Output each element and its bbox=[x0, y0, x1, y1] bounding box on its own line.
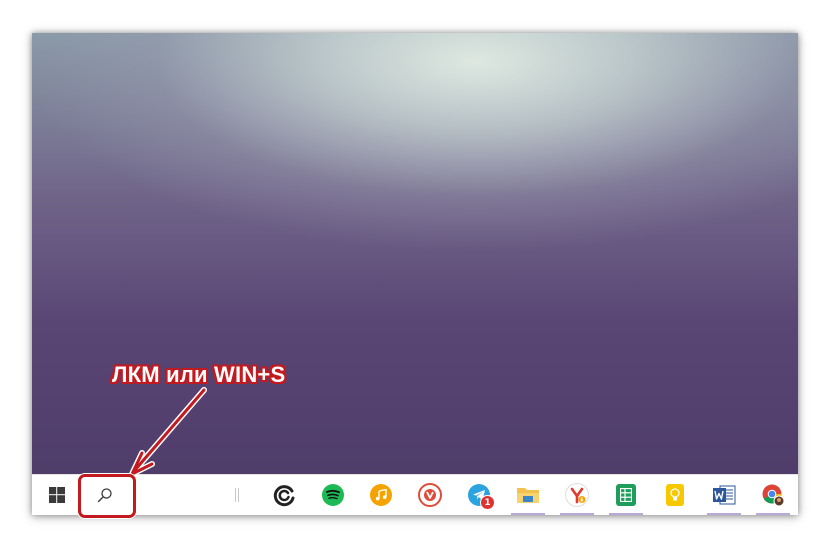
annotation-arrow bbox=[129, 387, 207, 477]
highlight-box bbox=[78, 474, 136, 518]
annotation-label: ЛКМ или WIN+S bbox=[112, 362, 286, 387]
